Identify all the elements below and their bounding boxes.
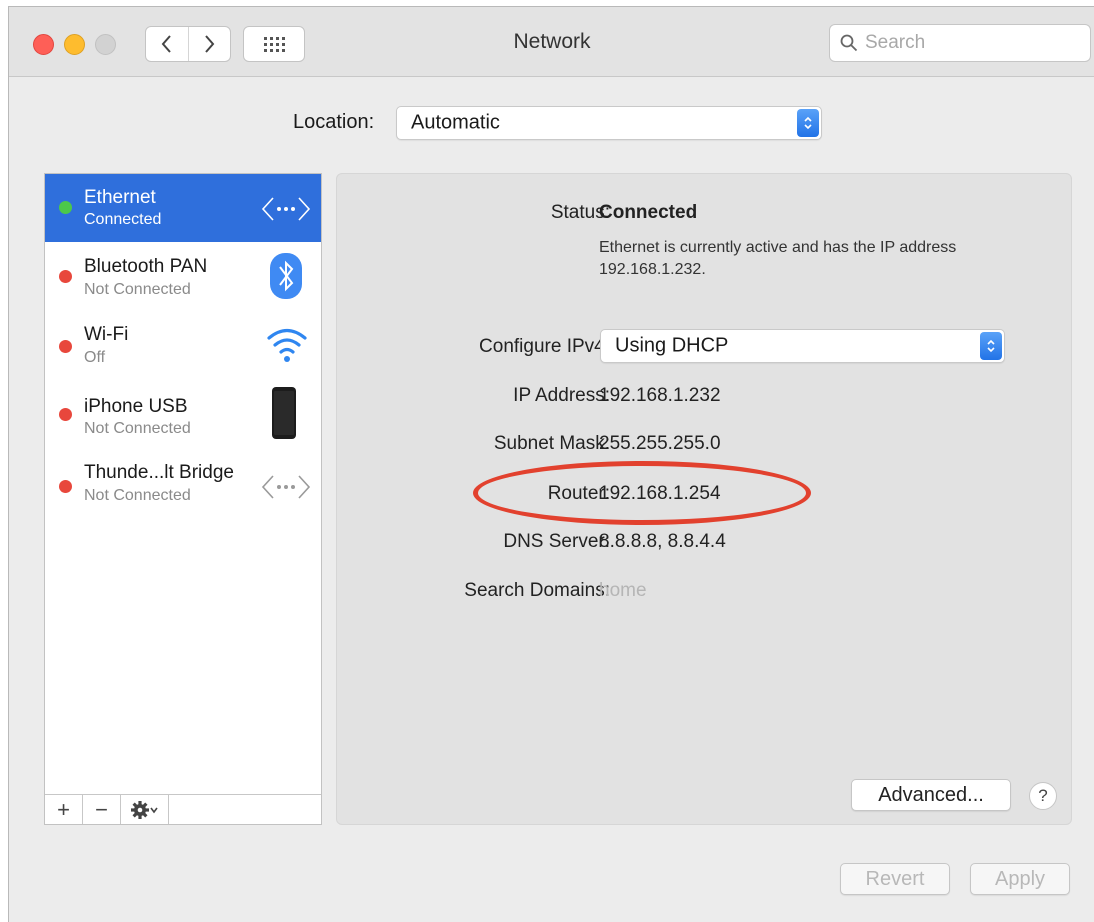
location-label: Location: (293, 111, 375, 133)
wifi-icon (267, 328, 307, 362)
service-name: iPhone USB (84, 396, 188, 417)
status-dot-red (59, 408, 72, 421)
search-placeholder: Search (865, 32, 926, 53)
configure-ipv4-select[interactable]: Using DHCP (600, 329, 1005, 363)
status-description: Ethernet is currently active and has the… (599, 239, 957, 278)
router-value: 192.168.1.254 (599, 483, 721, 504)
service-item-iphone-usb[interactable]: iPhone USB Not Connected (45, 378, 321, 446)
apply-button[interactable]: Apply (970, 863, 1070, 895)
search-domains-label: Search Domains: (464, 580, 610, 601)
thunderbolt-bridge-icon (261, 475, 311, 499)
configure-ipv4-value: Using DHCP (615, 334, 729, 357)
service-name: Bluetooth PAN (84, 256, 208, 277)
action-menu-button[interactable] (121, 795, 169, 824)
dns-server-label: DNS Server: (503, 531, 610, 552)
status-dot-green (59, 201, 72, 214)
bluetooth-icon (270, 253, 302, 299)
ethernet-icon (261, 197, 311, 221)
location-select[interactable]: Automatic (396, 106, 822, 140)
add-service-button[interactable]: + (45, 795, 83, 824)
search-domains-value: home (599, 580, 647, 601)
subnet-mask-value: 255.255.255.0 (599, 433, 721, 454)
service-status: Off (84, 349, 106, 366)
gear-icon (130, 800, 158, 819)
service-status: Not Connected (84, 281, 191, 298)
configure-ipv4-label: Configure IPv4: (479, 336, 610, 357)
service-list-toolbar: + − (45, 794, 321, 824)
service-name: Thunde...lt Bridge (84, 462, 234, 483)
advanced-button[interactable]: Advanced... (851, 779, 1011, 811)
network-preferences-window: Network Search Location: Automatic Ether… (8, 6, 1094, 922)
search-field[interactable]: Search (829, 24, 1091, 62)
revert-button[interactable]: Revert (840, 863, 950, 895)
service-name: Ethernet (84, 187, 156, 208)
help-button[interactable]: ? (1029, 782, 1057, 810)
service-item-wifi[interactable]: Wi-Fi Off (45, 310, 321, 378)
title-bar: Network Search (9, 7, 1094, 77)
service-item-ethernet[interactable]: Ethernet Connected (45, 174, 321, 242)
remove-service-button[interactable]: − (83, 795, 121, 824)
ip-address-value: 192.168.1.232 (599, 385, 721, 406)
updown-chevron-icon (980, 332, 1002, 360)
search-icon (840, 34, 858, 52)
dns-server-value: 8.8.8.8, 8.8.4.4 (599, 531, 726, 552)
network-service-list: Ethernet Connected Bluetooth PAN Not Con… (44, 173, 322, 825)
status-dot-red (59, 270, 72, 283)
subnet-mask-label: Subnet Mask: (493, 433, 610, 454)
ip-address-label: IP Address: (513, 385, 610, 406)
service-status: Connected (84, 211, 162, 228)
service-status: Not Connected (84, 420, 191, 437)
service-name: Wi-Fi (84, 324, 129, 345)
iphone-icon (272, 387, 296, 439)
updown-chevron-icon (797, 109, 819, 137)
status-value: Connected (599, 202, 698, 223)
status-dot-red (59, 480, 72, 493)
location-value: Automatic (411, 111, 500, 134)
service-item-thunderbolt-bridge[interactable]: Thunde...lt Bridge Not Connected (45, 446, 321, 514)
status-dot-red (59, 340, 72, 353)
service-status: Not Connected (84, 487, 191, 504)
service-item-bluetooth-pan[interactable]: Bluetooth PAN Not Connected (45, 242, 321, 310)
